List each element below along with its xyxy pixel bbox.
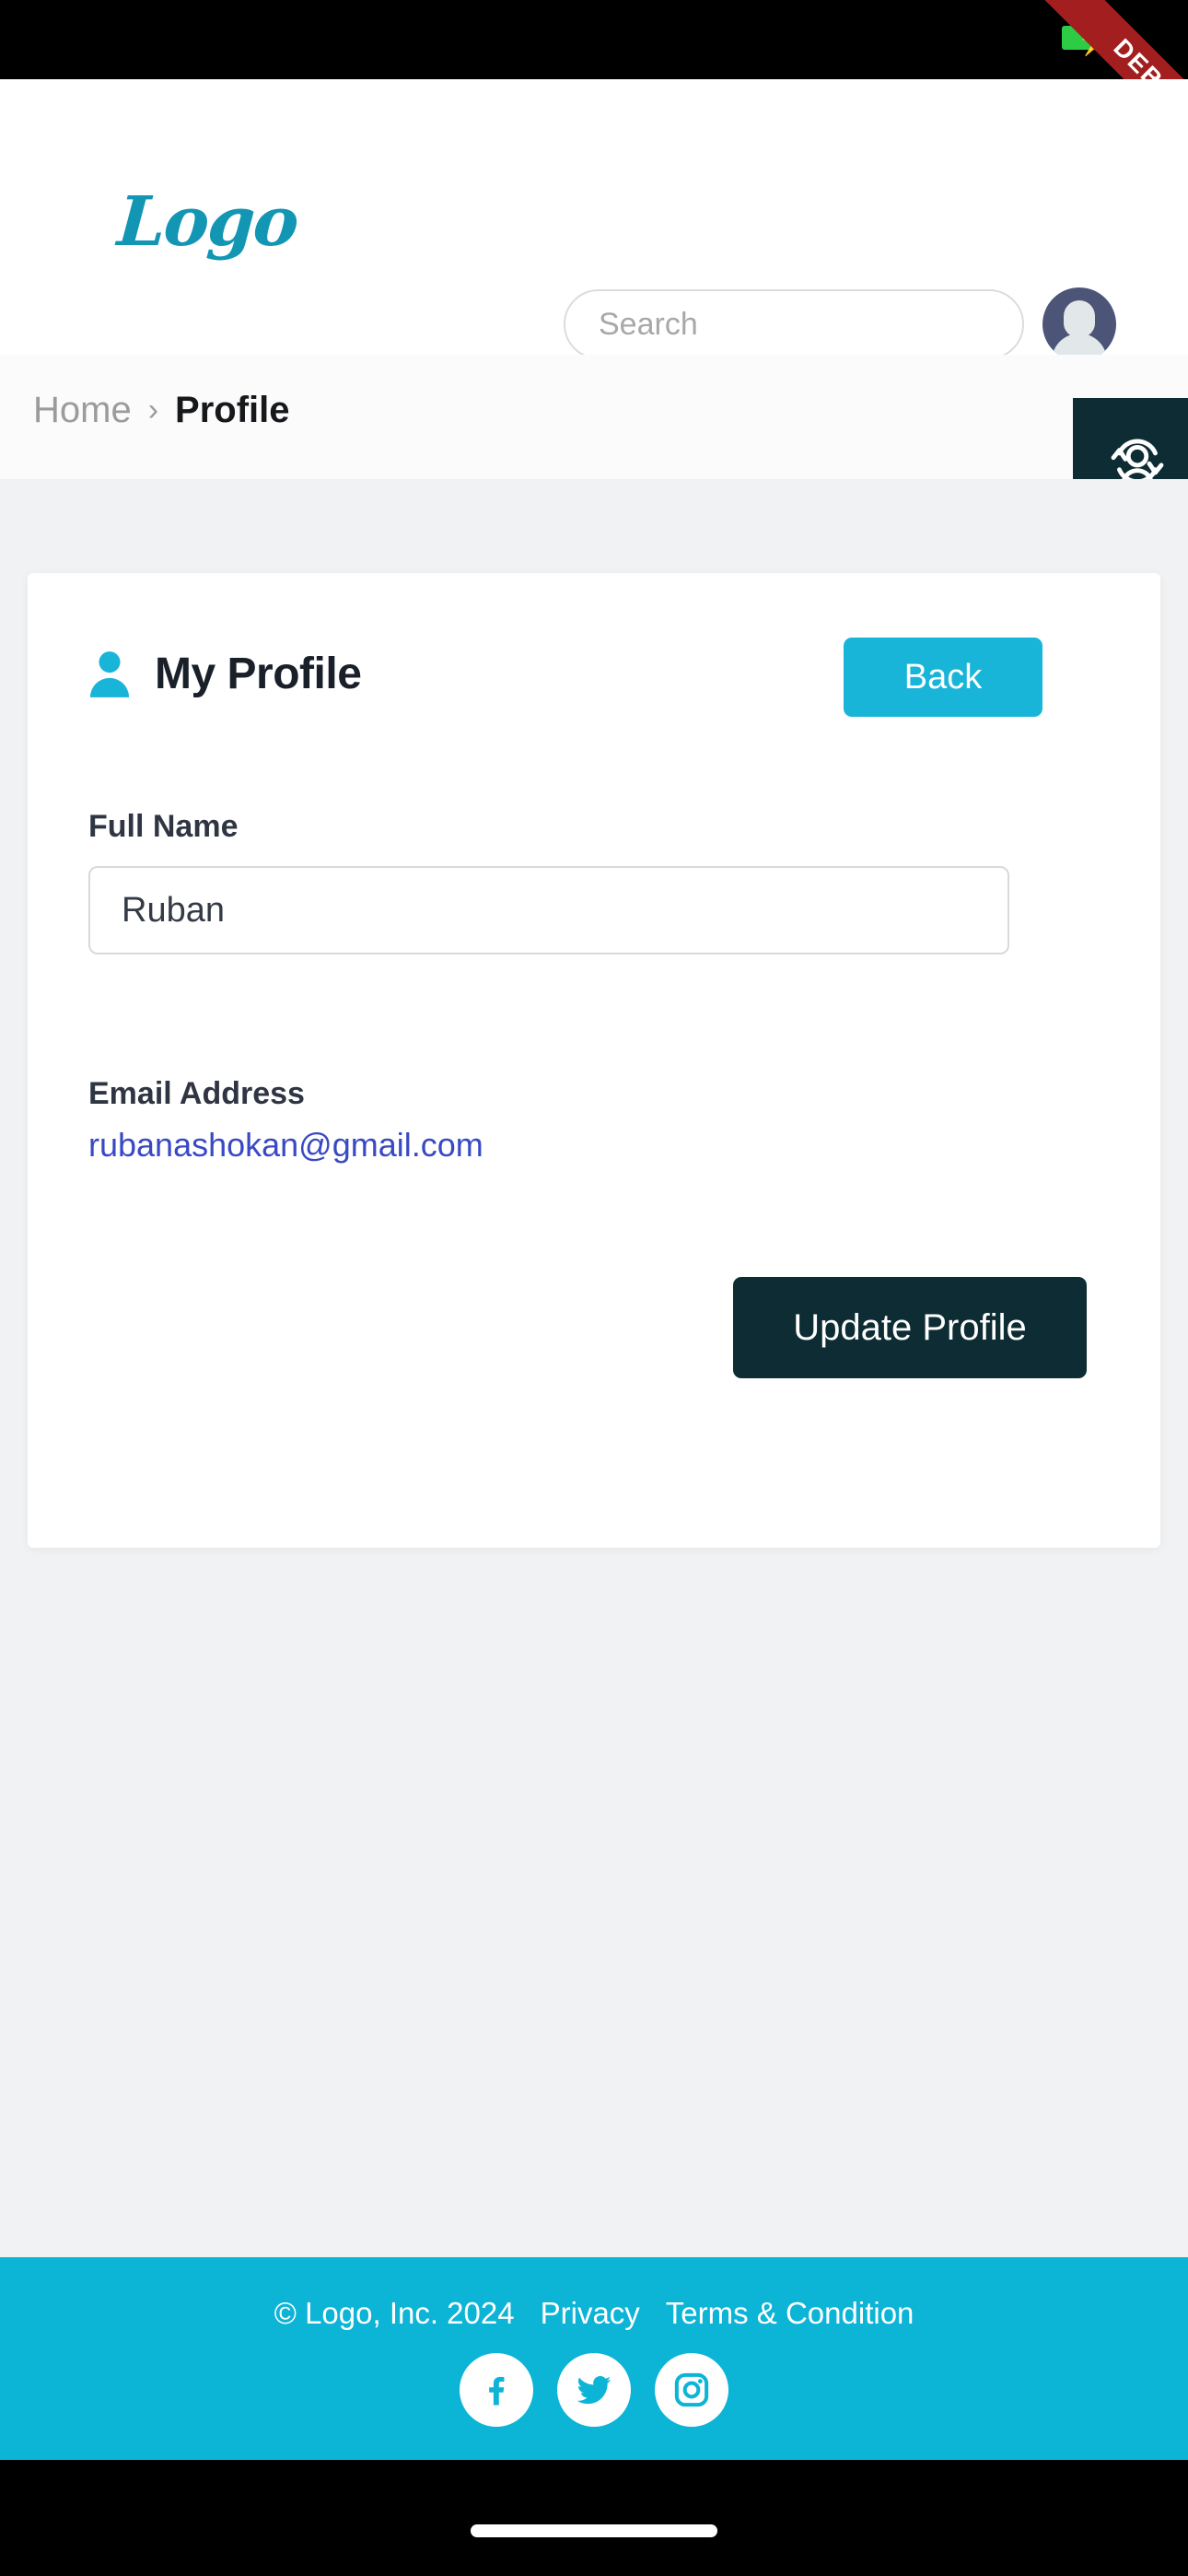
footer-privacy-link[interactable]: Privacy xyxy=(541,2296,640,2331)
breadcrumb: Home › Profile xyxy=(33,390,290,431)
full-name-input[interactable] xyxy=(88,866,1009,954)
instagram-link[interactable] xyxy=(655,2353,728,2427)
person-icon xyxy=(89,650,130,697)
breadcrumb-home-link[interactable]: Home xyxy=(33,390,132,431)
avatar-head xyxy=(1064,300,1095,337)
back-button[interactable]: Back xyxy=(844,638,1042,717)
app-header: Logo xyxy=(0,79,1188,361)
email-value: rubanashokan@gmail.com xyxy=(88,1126,483,1164)
footer-copyright: © Logo, Inc. 2024 xyxy=(274,2296,515,2330)
page-body: My Profile Back Full Name Email Address … xyxy=(0,479,1188,2257)
avatar[interactable] xyxy=(1042,287,1116,361)
email-label: Email Address xyxy=(88,1076,305,1111)
facebook-icon xyxy=(489,2376,505,2406)
footer: © Logo, Inc. 2024 Privacy Terms & Condit… xyxy=(0,2257,1188,2460)
twitter-link[interactable] xyxy=(557,2353,631,2427)
card-header: My Profile Back xyxy=(28,573,1160,757)
phone-screen: ⚡ DEBUG Logo Home › Profile xyxy=(0,0,1188,2576)
breadcrumb-current: Profile xyxy=(175,390,290,430)
logo[interactable]: Logo xyxy=(115,182,300,262)
charging-bolt-icon: ⚡ xyxy=(1076,18,1117,56)
search-bar[interactable] xyxy=(564,289,1024,359)
chevron-right-icon: › xyxy=(147,392,159,427)
breadcrumb-bar: Home › Profile xyxy=(0,355,1188,479)
home-indicator[interactable] xyxy=(471,2524,717,2537)
search-input[interactable] xyxy=(599,306,1007,343)
facebook-link[interactable] xyxy=(460,2353,533,2427)
status-bar: ⚡ DEBUG xyxy=(0,0,1188,79)
profile-card: My Profile Back Full Name Email Address … xyxy=(28,573,1160,1548)
twitter-icon xyxy=(577,2376,611,2405)
full-name-label: Full Name xyxy=(88,809,239,844)
page-title: My Profile xyxy=(155,650,362,698)
social-links xyxy=(460,2353,728,2427)
home-bar xyxy=(0,2460,1188,2576)
footer-links: © Logo, Inc. 2024 Privacy Terms & Condit… xyxy=(274,2296,914,2331)
debug-ribbon-label: DEBUG xyxy=(1108,33,1188,79)
card-title-group: My Profile xyxy=(88,649,362,699)
update-profile-button[interactable]: Update Profile xyxy=(733,1277,1087,1378)
footer-terms-link[interactable]: Terms & Condition xyxy=(666,2296,914,2331)
instagram-icon xyxy=(674,2372,709,2407)
